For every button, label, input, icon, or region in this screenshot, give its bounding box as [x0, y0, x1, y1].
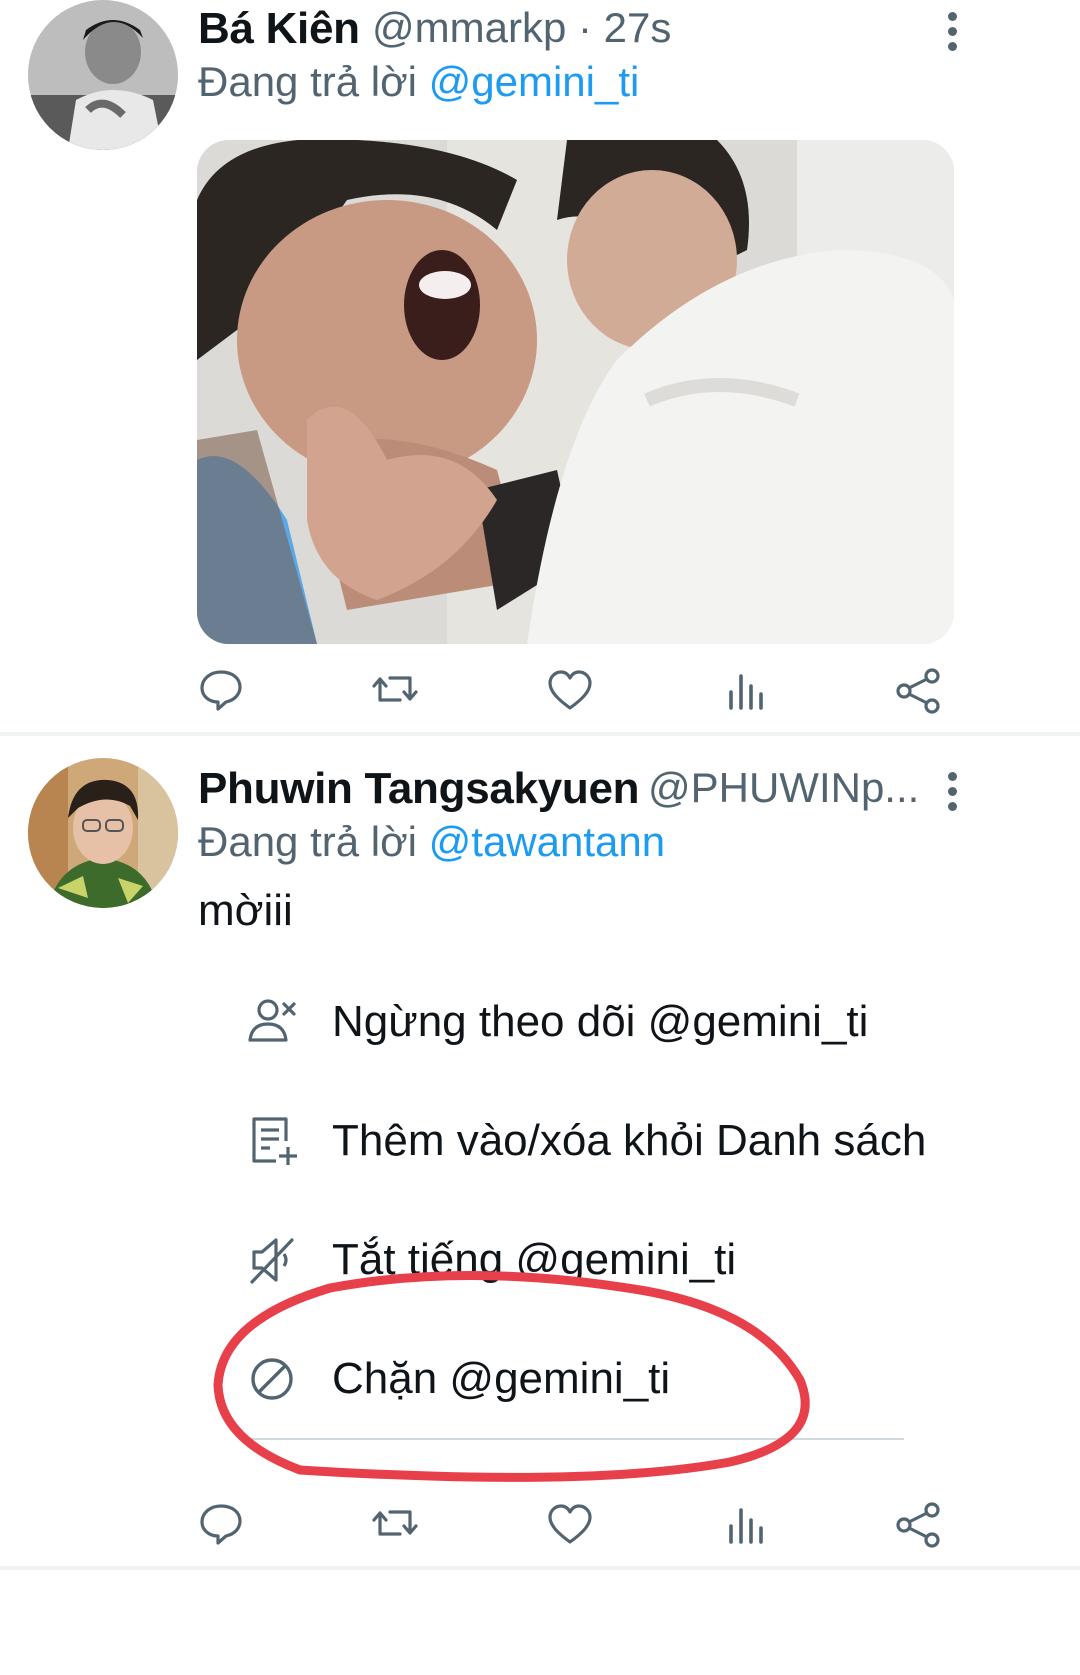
annotation-circle: [213, 1271, 810, 1482]
share-icon[interactable]: [894, 1500, 944, 1550]
like-icon[interactable]: [545, 1500, 595, 1550]
tweet-actions: [0, 1498, 1080, 1552]
retweet-icon[interactable]: [370, 1498, 420, 1548]
views-icon[interactable]: [722, 1498, 772, 1548]
tweet-divider: [0, 1566, 1080, 1570]
reply-icon[interactable]: [196, 1498, 246, 1548]
